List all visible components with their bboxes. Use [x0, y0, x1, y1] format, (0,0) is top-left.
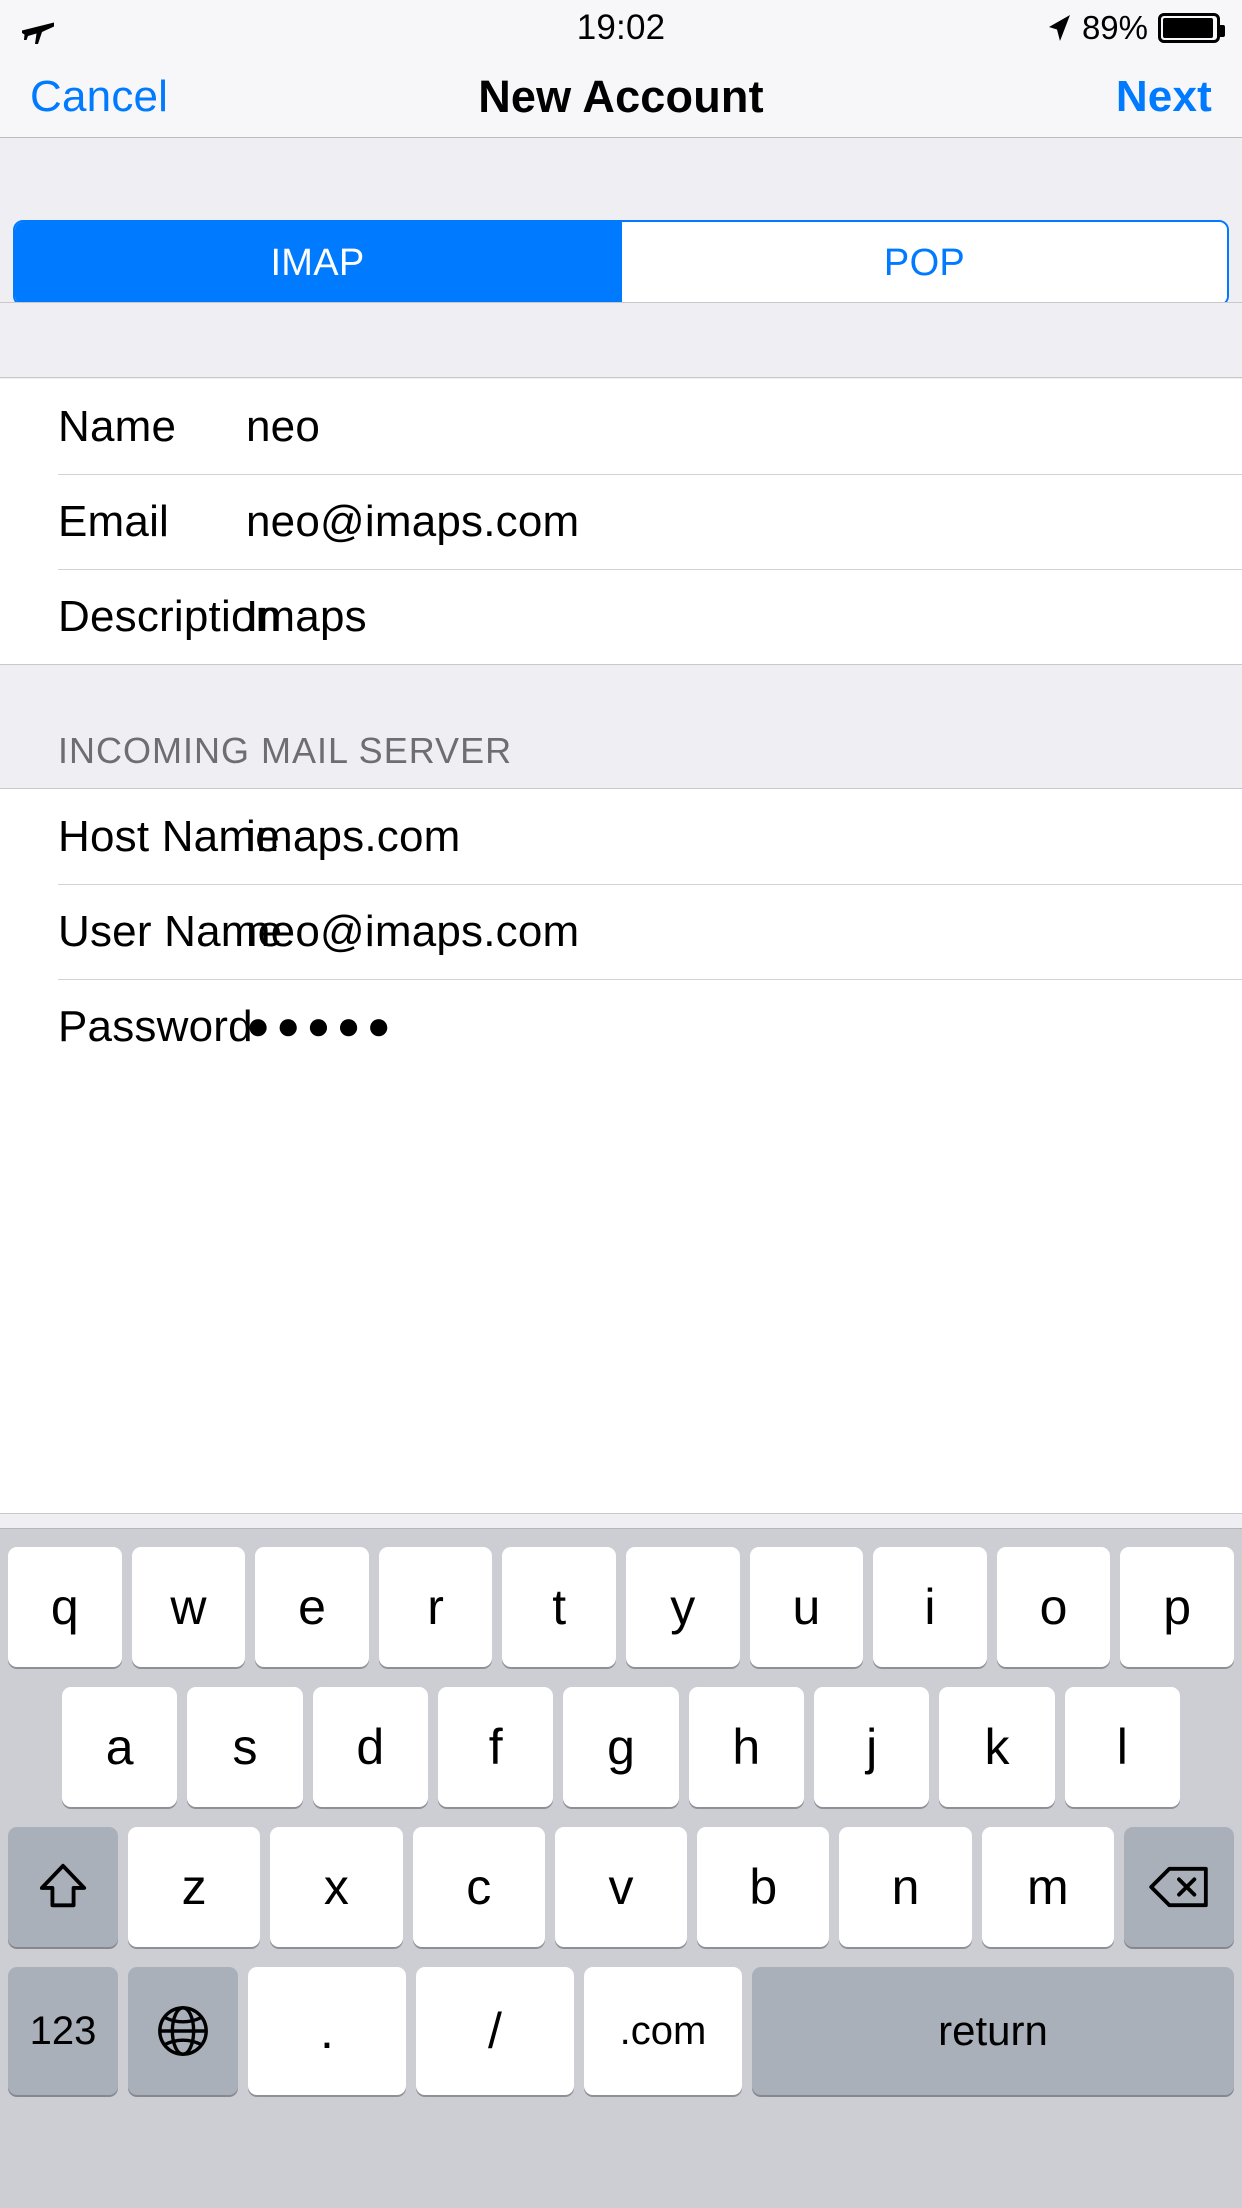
row-value-password[interactable]: ●●●●●: [246, 1004, 397, 1049]
key-r[interactable]: r: [378, 1547, 493, 1667]
row-email[interactable]: Email neo@imaps.com: [0, 474, 1242, 569]
account-info-section: Name neo Email neo@imaps.com Description…: [0, 379, 1242, 664]
key-s[interactable]: s: [187, 1687, 303, 1807]
iphone-screen: 19:02 89% New Account Cancel Next IMAP P…: [0, 0, 1242, 2208]
status-bar-right: 89%: [1046, 0, 1225, 56]
key-i[interactable]: i: [873, 1547, 987, 1667]
key-p[interactable]: p: [1120, 1547, 1234, 1667]
status-bar: 19:02 89%: [0, 0, 1242, 56]
keyboard-row-2: a s d f g h j k l: [0, 1687, 1242, 1807]
key-f[interactable]: f: [437, 1687, 554, 1807]
shift-key[interactable]: [8, 1827, 118, 1947]
row-value-user-name[interactable]: neo@imaps.com: [246, 907, 579, 957]
key-l[interactable]: l: [1064, 1687, 1180, 1807]
key-q[interactable]: q: [8, 1547, 122, 1667]
key-t[interactable]: t: [502, 1547, 616, 1667]
key-v[interactable]: v: [554, 1827, 688, 1947]
key-m[interactable]: m: [981, 1827, 1114, 1947]
row-label-password: Password: [58, 1001, 253, 1051]
next-button[interactable]: Next: [1116, 72, 1212, 122]
row-value-name[interactable]: neo: [246, 402, 320, 452]
numbers-key[interactable]: 123: [8, 1967, 118, 2095]
section-gap-top: [0, 302, 1242, 378]
segment-pop[interactable]: POP: [620, 222, 1227, 304]
page-title: New Account: [478, 70, 764, 122]
cancel-button[interactable]: Cancel: [30, 72, 168, 122]
key-z[interactable]: z: [128, 1827, 261, 1947]
key-g[interactable]: g: [563, 1687, 679, 1807]
period-key[interactable]: .: [248, 1967, 406, 2095]
slash-key[interactable]: /: [416, 1967, 574, 2095]
row-name[interactable]: Name neo: [0, 379, 1242, 474]
backspace-key[interactable]: [1123, 1827, 1234, 1947]
keyboard-row-3: z x c v b n m: [0, 1827, 1242, 1947]
keyboard-row-4: 123 . / .com return: [0, 1967, 1242, 2095]
row-label-email: Email: [58, 496, 170, 546]
section-header-label: INCOMING MAIL SERVER: [58, 730, 513, 771]
keyboard-top-strip: [0, 1513, 1242, 1528]
row-description[interactable]: Description Imaps: [0, 569, 1242, 664]
key-x[interactable]: x: [270, 1827, 403, 1947]
key-e[interactable]: e: [255, 1547, 369, 1667]
key-n[interactable]: n: [839, 1827, 972, 1947]
incoming-mail-server-header: INCOMING MAIL SERVER: [0, 664, 1242, 789]
segmented-control-area: IMAP POP: [0, 139, 1242, 306]
key-a[interactable]: a: [62, 1687, 178, 1807]
shift-arrow-icon: [38, 1860, 88, 1914]
battery-icon: [1158, 13, 1225, 43]
row-host-name[interactable]: Host Name imaps.com: [0, 789, 1242, 884]
backspace-icon: [1148, 1864, 1210, 1910]
row-password[interactable]: Password ●●●●●: [0, 979, 1242, 1074]
return-key[interactable]: return: [752, 1967, 1234, 2095]
status-bar-clock: 19:02: [576, 8, 666, 47]
key-b[interactable]: b: [697, 1827, 830, 1947]
row-user-name[interactable]: User Name neo@imaps.com: [0, 884, 1242, 979]
location-arrow-icon: [1046, 13, 1072, 43]
segment-imap[interactable]: IMAP: [15, 222, 620, 304]
row-value-host-name[interactable]: imaps.com: [246, 812, 461, 862]
key-d[interactable]: d: [312, 1687, 428, 1807]
on-screen-keyboard[interactable]: q w e r t y u i o p a s d f g h j k l z …: [0, 1528, 1242, 2208]
row-value-email[interactable]: neo@imaps.com: [246, 497, 579, 547]
key-k[interactable]: k: [939, 1687, 1055, 1807]
key-j[interactable]: j: [813, 1687, 930, 1807]
protocol-segmented-control[interactable]: IMAP POP: [13, 220, 1229, 306]
row-value-description[interactable]: Imaps: [246, 592, 367, 642]
row-label-name: Name: [58, 401, 177, 451]
globe-icon: [154, 2002, 212, 2060]
key-u[interactable]: u: [749, 1547, 864, 1667]
battery-percent-label: 89%: [1081, 9, 1148, 46]
key-c[interactable]: c: [412, 1827, 545, 1947]
keyboard-row-1: q w e r t y u i o p: [0, 1547, 1242, 1667]
key-w[interactable]: w: [131, 1547, 246, 1667]
navigation-bar: New Account Cancel Next: [0, 56, 1242, 138]
key-h[interactable]: h: [688, 1687, 804, 1807]
globe-key[interactable]: [128, 1967, 238, 2095]
content-filler: [0, 1074, 1242, 1514]
battery-fill: [1163, 18, 1213, 38]
dotcom-key[interactable]: .com: [584, 1967, 742, 2095]
incoming-mail-server-section: Host Name imaps.com User Name neo@imaps.…: [0, 789, 1242, 1074]
key-o[interactable]: o: [996, 1547, 1111, 1667]
key-y[interactable]: y: [625, 1547, 740, 1667]
